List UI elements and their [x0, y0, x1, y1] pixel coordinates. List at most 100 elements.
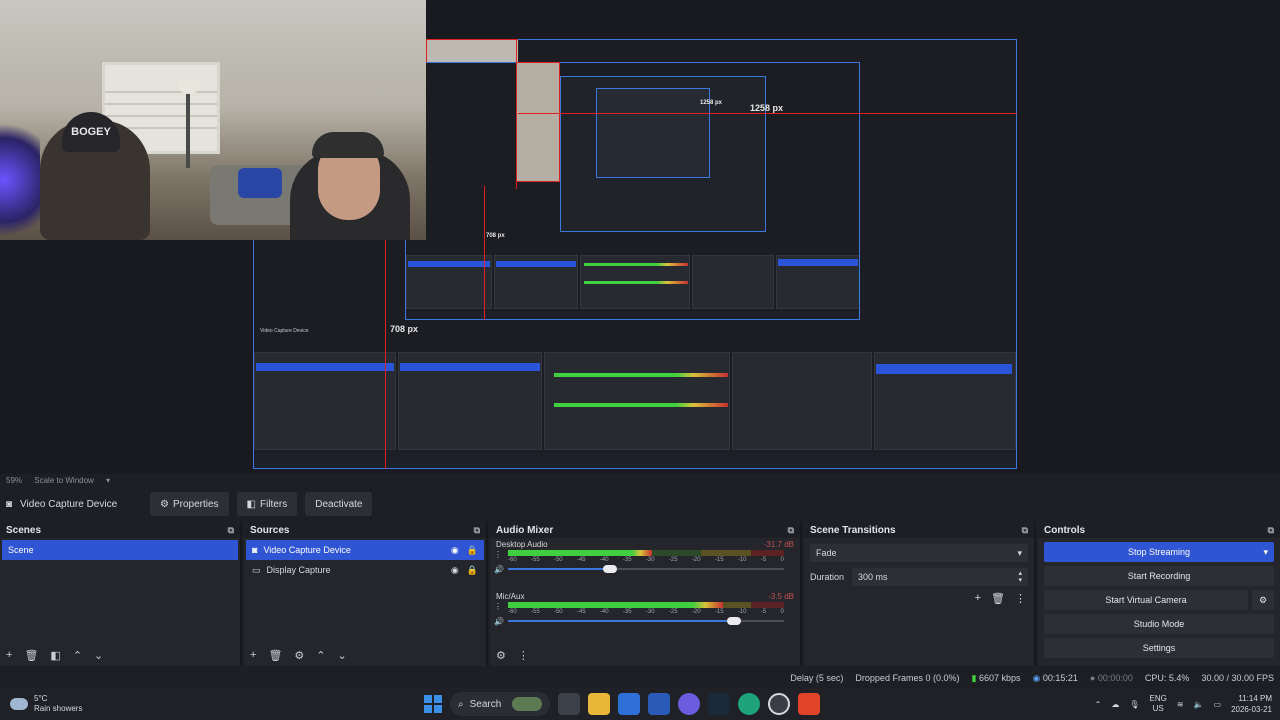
- obs-icon[interactable]: [768, 693, 790, 715]
- trash-icon[interactable]: 🗑: [24, 649, 38, 662]
- language-indicator[interactable]: ENG US: [1150, 694, 1167, 714]
- record-icon: ●: [1089, 673, 1096, 683]
- meter-tick-label: -15: [714, 557, 724, 563]
- gear-icon[interactable]: ⚙: [1252, 590, 1274, 610]
- meter-ticks: -60 -55 -50 -45 -40 -35 -30 -25 -20 -15 -10 -5 0: [508, 609, 784, 615]
- battery-icon[interactable]: ▭: [1214, 700, 1222, 709]
- preview-canvas[interactable]: Video Capture Device 1258 px 1258 px 708…: [0, 0, 1280, 474]
- scenes-footer: + 🗑 ◧ ⌃ ⌄: [6, 649, 103, 662]
- menu-icon[interactable]: ⋮: [518, 649, 529, 662]
- mini-mixer-dock: [544, 352, 730, 450]
- windows-start-icon[interactable]: [424, 695, 442, 713]
- duration-spinbox[interactable]: 300 ms ▴ ▾: [852, 568, 1028, 586]
- chevron-down-icon[interactable]: ▾: [1263, 547, 1268, 558]
- filters-button[interactable]: ◧ Filters: [236, 492, 298, 516]
- edge-icon[interactable]: [738, 693, 760, 715]
- move-down-icon[interactable]: ⌄: [338, 649, 347, 662]
- taskbar-search[interactable]: ⌕ Search: [450, 692, 550, 716]
- meter-tick-label: -40: [599, 557, 609, 563]
- stream-delay: Delay (5 sec): [790, 673, 844, 683]
- meter-tick-label: -25: [668, 609, 678, 615]
- slider-thumb[interactable]: [727, 617, 742, 625]
- microphone-icon[interactable]: 🎙: [1129, 700, 1139, 709]
- brave-icon[interactable]: [798, 693, 820, 715]
- stop-streaming-button[interactable]: Stop Streaming ▾: [1044, 542, 1274, 562]
- trash-icon[interactable]: 🗑: [268, 649, 282, 662]
- meter-tick-label: -30: [645, 557, 655, 563]
- start-recording-button[interactable]: Start Recording: [1044, 566, 1274, 586]
- weather-widget[interactable]: 5°C Rain showers: [0, 694, 130, 714]
- channel-menu-icon[interactable]: ⋮: [494, 550, 502, 559]
- discord-icon[interactable]: [678, 693, 700, 715]
- rec-time-value: 00:00:00: [1097, 673, 1133, 683]
- outlook-icon[interactable]: [648, 693, 670, 715]
- speaker-icon[interactable]: 🔊: [494, 617, 504, 626]
- file-explorer-icon[interactable]: [588, 693, 610, 715]
- eye-icon[interactable]: ◉: [451, 545, 459, 556]
- add-icon[interactable]: +: [6, 649, 12, 662]
- meter-tick-label: -5: [760, 557, 767, 563]
- gear-icon[interactable]: ⚙: [294, 649, 304, 662]
- lock-icon[interactable]: 🔒: [467, 565, 478, 576]
- stream-time: ◉ 00:15:21: [1032, 673, 1077, 684]
- eye-icon[interactable]: ◉: [451, 565, 459, 576]
- move-up-icon[interactable]: ⌃: [316, 649, 325, 662]
- volume-slider[interactable]: [508, 617, 784, 625]
- mini2-transitions: [692, 255, 774, 309]
- properties-button[interactable]: ⚙ Properties: [150, 492, 229, 516]
- studio-mode-button[interactable]: Studio Mode: [1044, 614, 1274, 634]
- meter-tick-label: -10: [737, 557, 747, 563]
- chevron-down-icon[interactable]: ▾: [106, 476, 110, 485]
- slider-thumb[interactable]: [603, 565, 618, 573]
- scenes-list: Scene: [0, 538, 240, 562]
- clock[interactable]: 11:14 PM 2026-03-21: [1231, 693, 1272, 715]
- task-view-icon[interactable]: [558, 693, 580, 715]
- volume-icon[interactable]: 🔈: [1194, 700, 1204, 709]
- measure-label-width: 1258 px: [750, 103, 784, 113]
- wifi-icon[interactable]: ≋: [1177, 700, 1184, 709]
- slider-fill: [508, 620, 735, 622]
- microsoft-store-icon[interactable]: [618, 693, 640, 715]
- move-up-icon[interactable]: ⌃: [73, 649, 82, 662]
- gear-icon[interactable]: ⚙: [496, 649, 506, 662]
- meter-tick-label: -30: [645, 609, 655, 615]
- mixer-title: Audio Mixer: [496, 524, 554, 536]
- meter-tick-label: 0: [780, 557, 784, 563]
- rec-time: ● 00:00:00: [1090, 673, 1133, 683]
- add-icon[interactable]: +: [250, 649, 256, 662]
- scale-mode[interactable]: Scale to Window: [34, 476, 94, 485]
- menu-icon[interactable]: ⋮: [1015, 592, 1026, 605]
- source-toolbar: ◙ Video Capture Device ⚙ Properties ◧ Fi…: [0, 490, 1280, 518]
- duration-label: Duration: [810, 572, 845, 582]
- chevron-up-icon[interactable]: ⌃: [1095, 700, 1102, 709]
- scene-filter-icon[interactable]: ◧: [50, 649, 60, 662]
- start-virtual-camera-button[interactable]: Start Virtual Camera: [1044, 590, 1248, 610]
- steam-icon[interactable]: [708, 693, 730, 715]
- webcam-feed[interactable]: BOGEY: [0, 0, 426, 240]
- volume-slider[interactable]: [508, 565, 784, 573]
- float-dock-icon[interactable]: ⧉: [1022, 525, 1028, 536]
- deactivate-button[interactable]: Deactivate: [305, 492, 373, 516]
- float-dock-icon[interactable]: ⧉: [1268, 525, 1274, 536]
- move-down-icon[interactable]: ⌄: [94, 649, 103, 662]
- channel-menu-icon[interactable]: ⋮: [494, 602, 502, 611]
- speaker-icon[interactable]: 🔊: [494, 565, 504, 574]
- measure-label-height-small: 708 px: [486, 233, 505, 239]
- monitor-icon: ▭: [252, 564, 261, 575]
- weather-text: 5°C Rain showers: [34, 694, 82, 714]
- float-dock-icon[interactable]: ⧉: [474, 525, 480, 536]
- add-icon[interactable]: +: [975, 592, 981, 605]
- zoom-level[interactable]: 59%: [6, 476, 22, 485]
- scene-item[interactable]: Scene: [2, 540, 238, 560]
- transition-select[interactable]: Fade ▾: [810, 544, 1028, 562]
- lock-icon[interactable]: 🔒: [467, 545, 478, 556]
- spin-arrows-icon[interactable]: ▴ ▾: [1018, 570, 1022, 584]
- float-dock-icon[interactable]: ⧉: [228, 525, 234, 536]
- filters-label: Filters: [260, 498, 288, 510]
- float-dock-icon[interactable]: ⧉: [788, 525, 794, 536]
- trash-icon[interactable]: 🗑: [991, 592, 1005, 605]
- source-item[interactable]: ◙ Video Capture Device ◉ 🔒: [246, 540, 484, 560]
- cloud-icon[interactable]: ☁: [1111, 700, 1119, 709]
- source-item[interactable]: ▭ Display Capture ◉ 🔒: [246, 560, 484, 580]
- settings-button[interactable]: Settings: [1044, 638, 1274, 658]
